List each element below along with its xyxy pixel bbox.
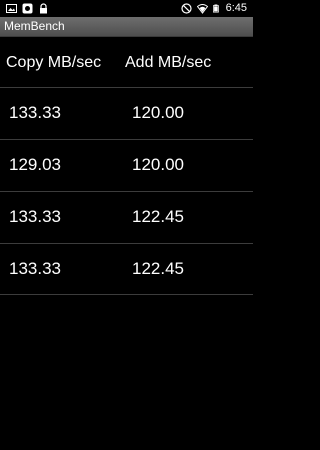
image-icon bbox=[6, 4, 17, 13]
copy-value: 133.33 bbox=[9, 207, 61, 226]
add-value: 120.00 bbox=[132, 155, 184, 174]
results-table: 133.33 120.00 129.03 120.00 133.33 122.4… bbox=[0, 87, 253, 295]
table-row: 133.33 122.45 bbox=[0, 191, 253, 243]
do-not-disturb-icon bbox=[180, 3, 192, 14]
add-value: 122.45 bbox=[132, 207, 184, 226]
table-row: 129.03 120.00 bbox=[0, 139, 253, 191]
copy-value: 133.33 bbox=[9, 103, 61, 122]
status-right-icons: 6:45 bbox=[180, 1, 247, 16]
table-header-row: Copy MB/sec Add MB/sec bbox=[0, 48, 253, 78]
battery-icon bbox=[212, 4, 219, 13]
status-time: 6:45 bbox=[225, 2, 247, 14]
title-bar: MemBench bbox=[0, 17, 253, 37]
lock-icon bbox=[40, 3, 47, 14]
column-header-add: Add MB/sec bbox=[125, 54, 212, 71]
add-value: 122.45 bbox=[132, 259, 184, 278]
column-header-copy: Copy MB/sec bbox=[6, 54, 102, 71]
app-title: MemBench bbox=[4, 19, 65, 33]
table-row: 133.33 120.00 bbox=[0, 87, 253, 139]
app-badge-icon bbox=[22, 3, 33, 14]
table-row: 133.33 122.45 bbox=[0, 243, 253, 295]
status-bar: 6:45 bbox=[0, 0, 253, 17]
add-value: 120.00 bbox=[132, 103, 184, 122]
copy-value: 129.03 bbox=[9, 155, 61, 174]
status-left-icons bbox=[6, 3, 49, 14]
copy-value: 133.33 bbox=[9, 259, 61, 278]
wifi-icon bbox=[196, 4, 208, 14]
